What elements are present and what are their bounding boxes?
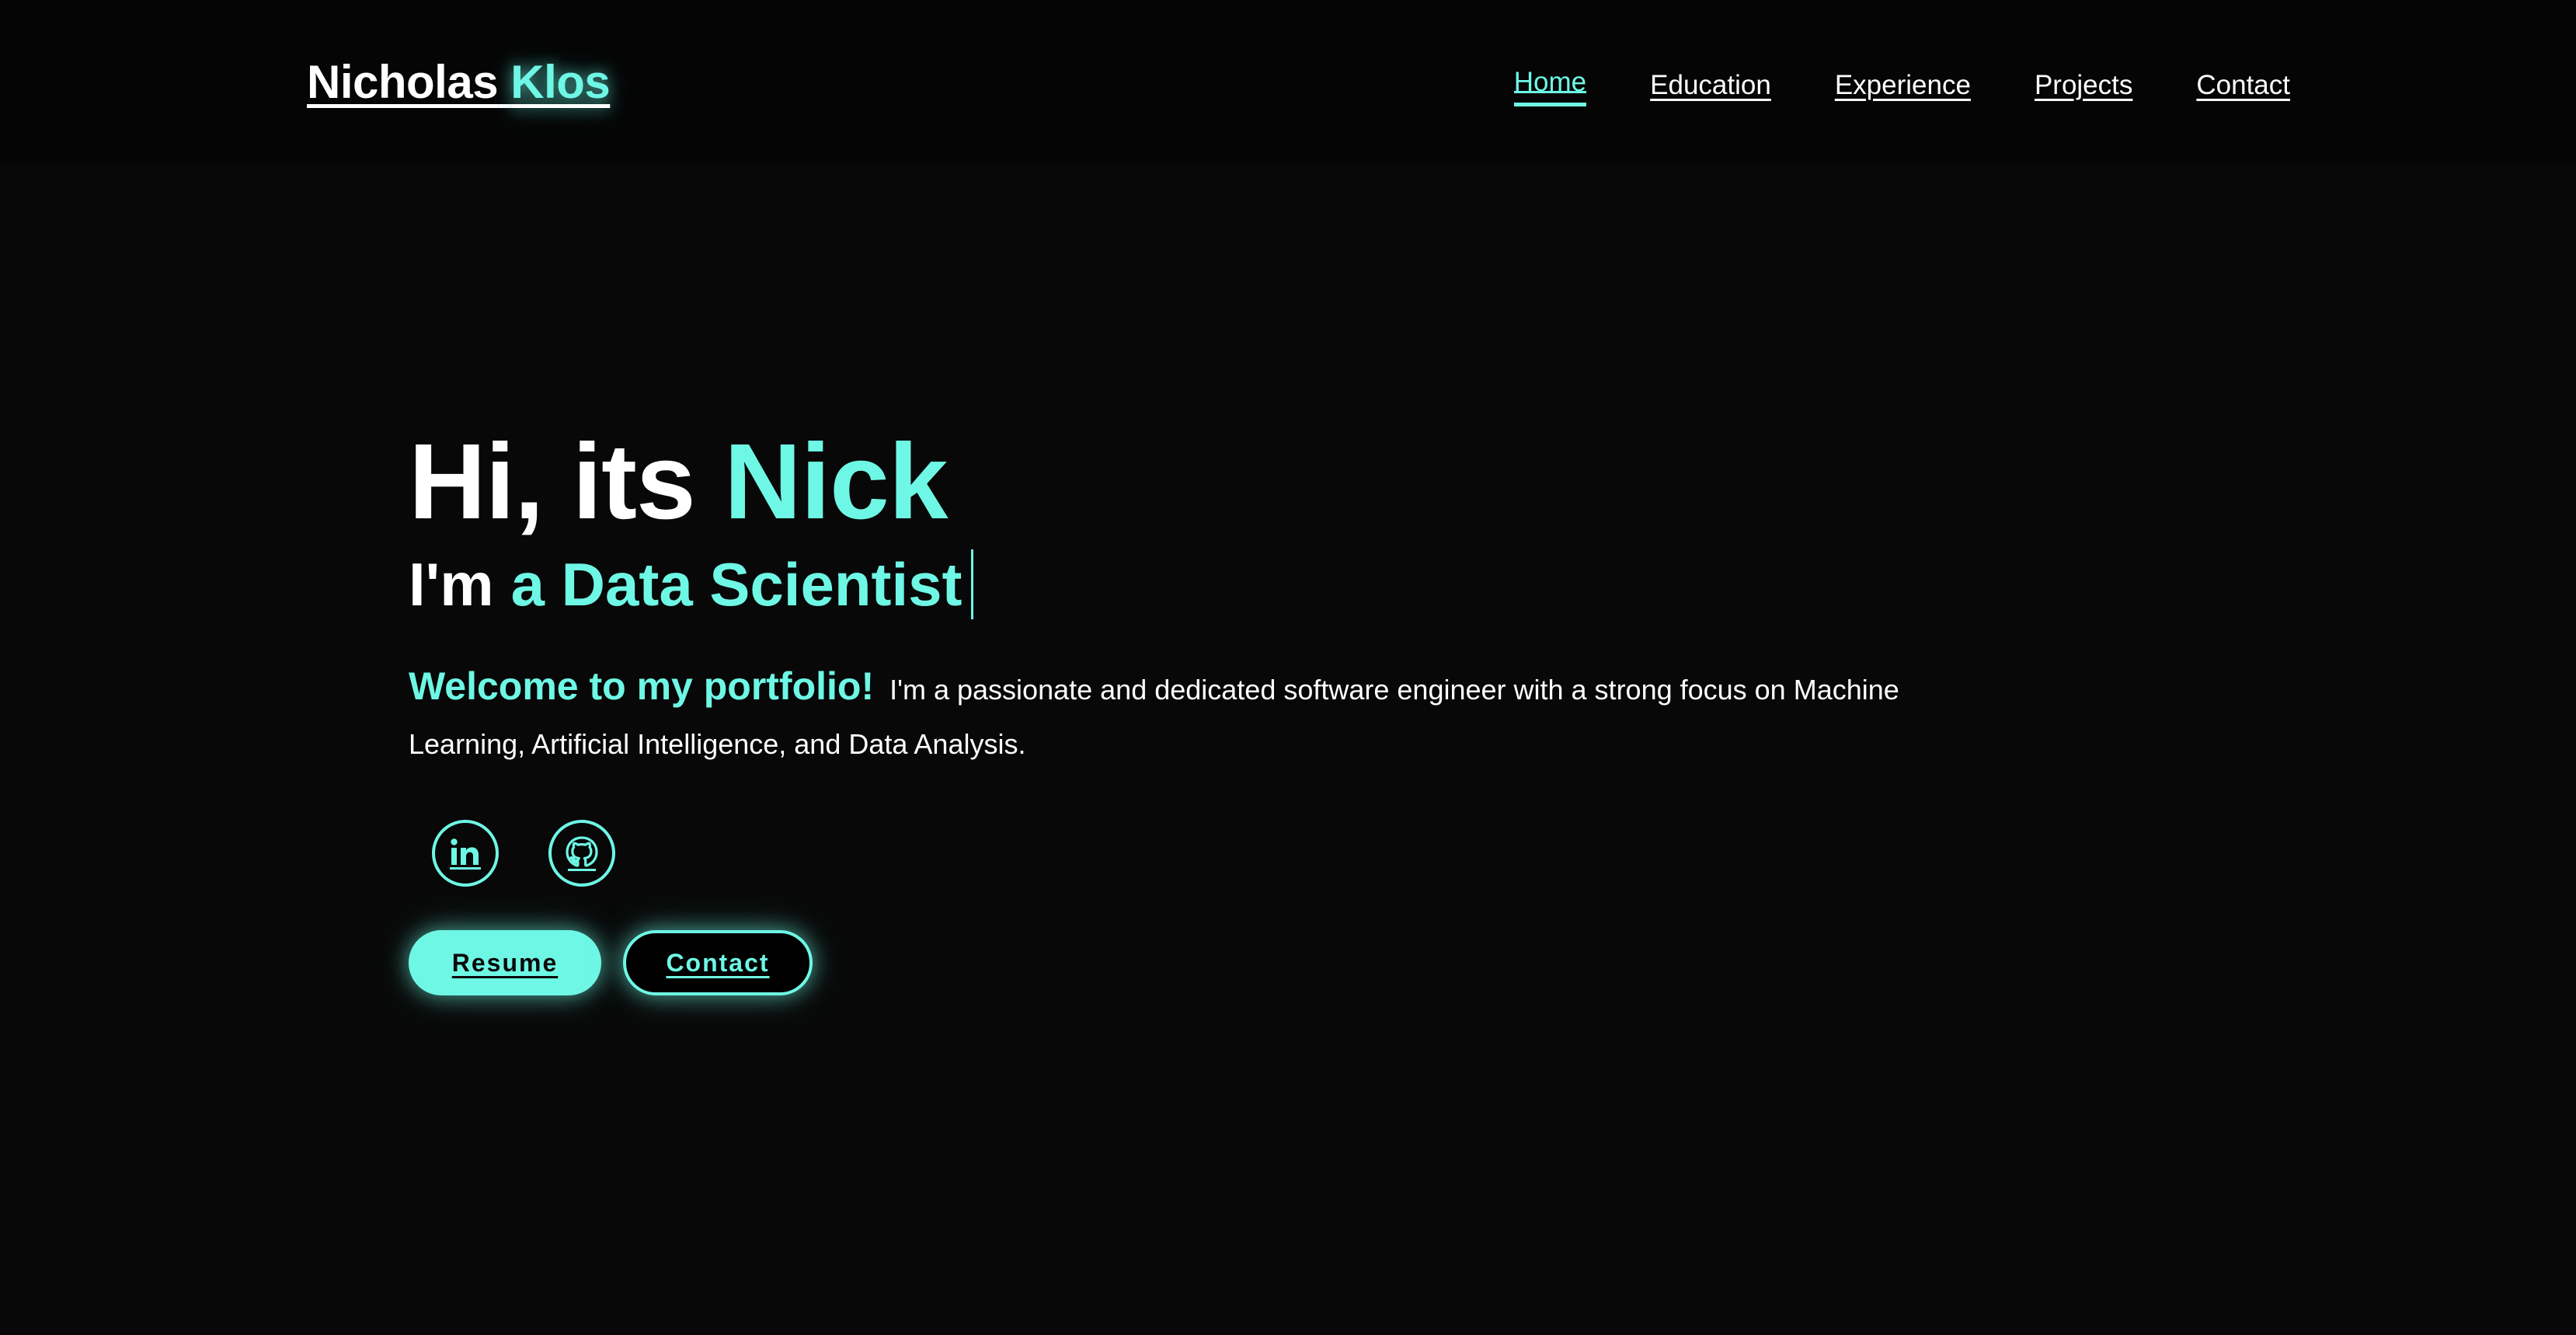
nav-link-experience[interactable]: Experience xyxy=(1835,67,1971,104)
nav-link-home[interactable]: Home xyxy=(1513,64,1587,106)
hero-name: Nick xyxy=(724,422,948,542)
logo-last-name: Klos xyxy=(510,56,611,108)
site-logo[interactable]: Nicholas Klos xyxy=(307,50,611,115)
logo-first-name: Nicholas xyxy=(307,56,499,108)
typed-role-text: a Data Scientist xyxy=(510,550,963,619)
typing-cursor xyxy=(971,549,974,619)
nav-link-contact[interactable]: Contact xyxy=(2196,67,2290,104)
github-icon xyxy=(564,835,600,871)
contact-button[interactable]: Contact xyxy=(623,930,813,995)
intro-paragraph: Welcome to my portfolio! I'm a passionat… xyxy=(409,659,1986,772)
nav-link-projects[interactable]: Projects xyxy=(2035,67,2132,104)
linkedin-icon xyxy=(448,836,482,870)
nav-link-education[interactable]: Education xyxy=(1650,67,1771,104)
site-header: Nicholas Klos Home Education Experience … xyxy=(0,0,2576,165)
linkedin-link[interactable] xyxy=(432,820,499,887)
resume-button[interactable]: Resume xyxy=(409,930,601,995)
social-links xyxy=(432,820,2195,887)
github-link[interactable] xyxy=(548,820,615,887)
hero-greeting: Hi, its xyxy=(409,422,696,542)
hero-buttons: Resume Contact xyxy=(409,930,2195,995)
main-nav: Home Education Experience Projects Conta… xyxy=(1513,64,2290,106)
hero-title: Hi, its Nick xyxy=(409,420,2195,544)
hero-subtitle: I'm a Data Scientist xyxy=(409,547,2195,622)
subtitle-prefix: I'm xyxy=(409,550,494,619)
hero-section: Hi, its Nick I'm a Data Scientist Welcom… xyxy=(409,420,2195,995)
welcome-text: Welcome to my portfolio! xyxy=(409,664,875,708)
